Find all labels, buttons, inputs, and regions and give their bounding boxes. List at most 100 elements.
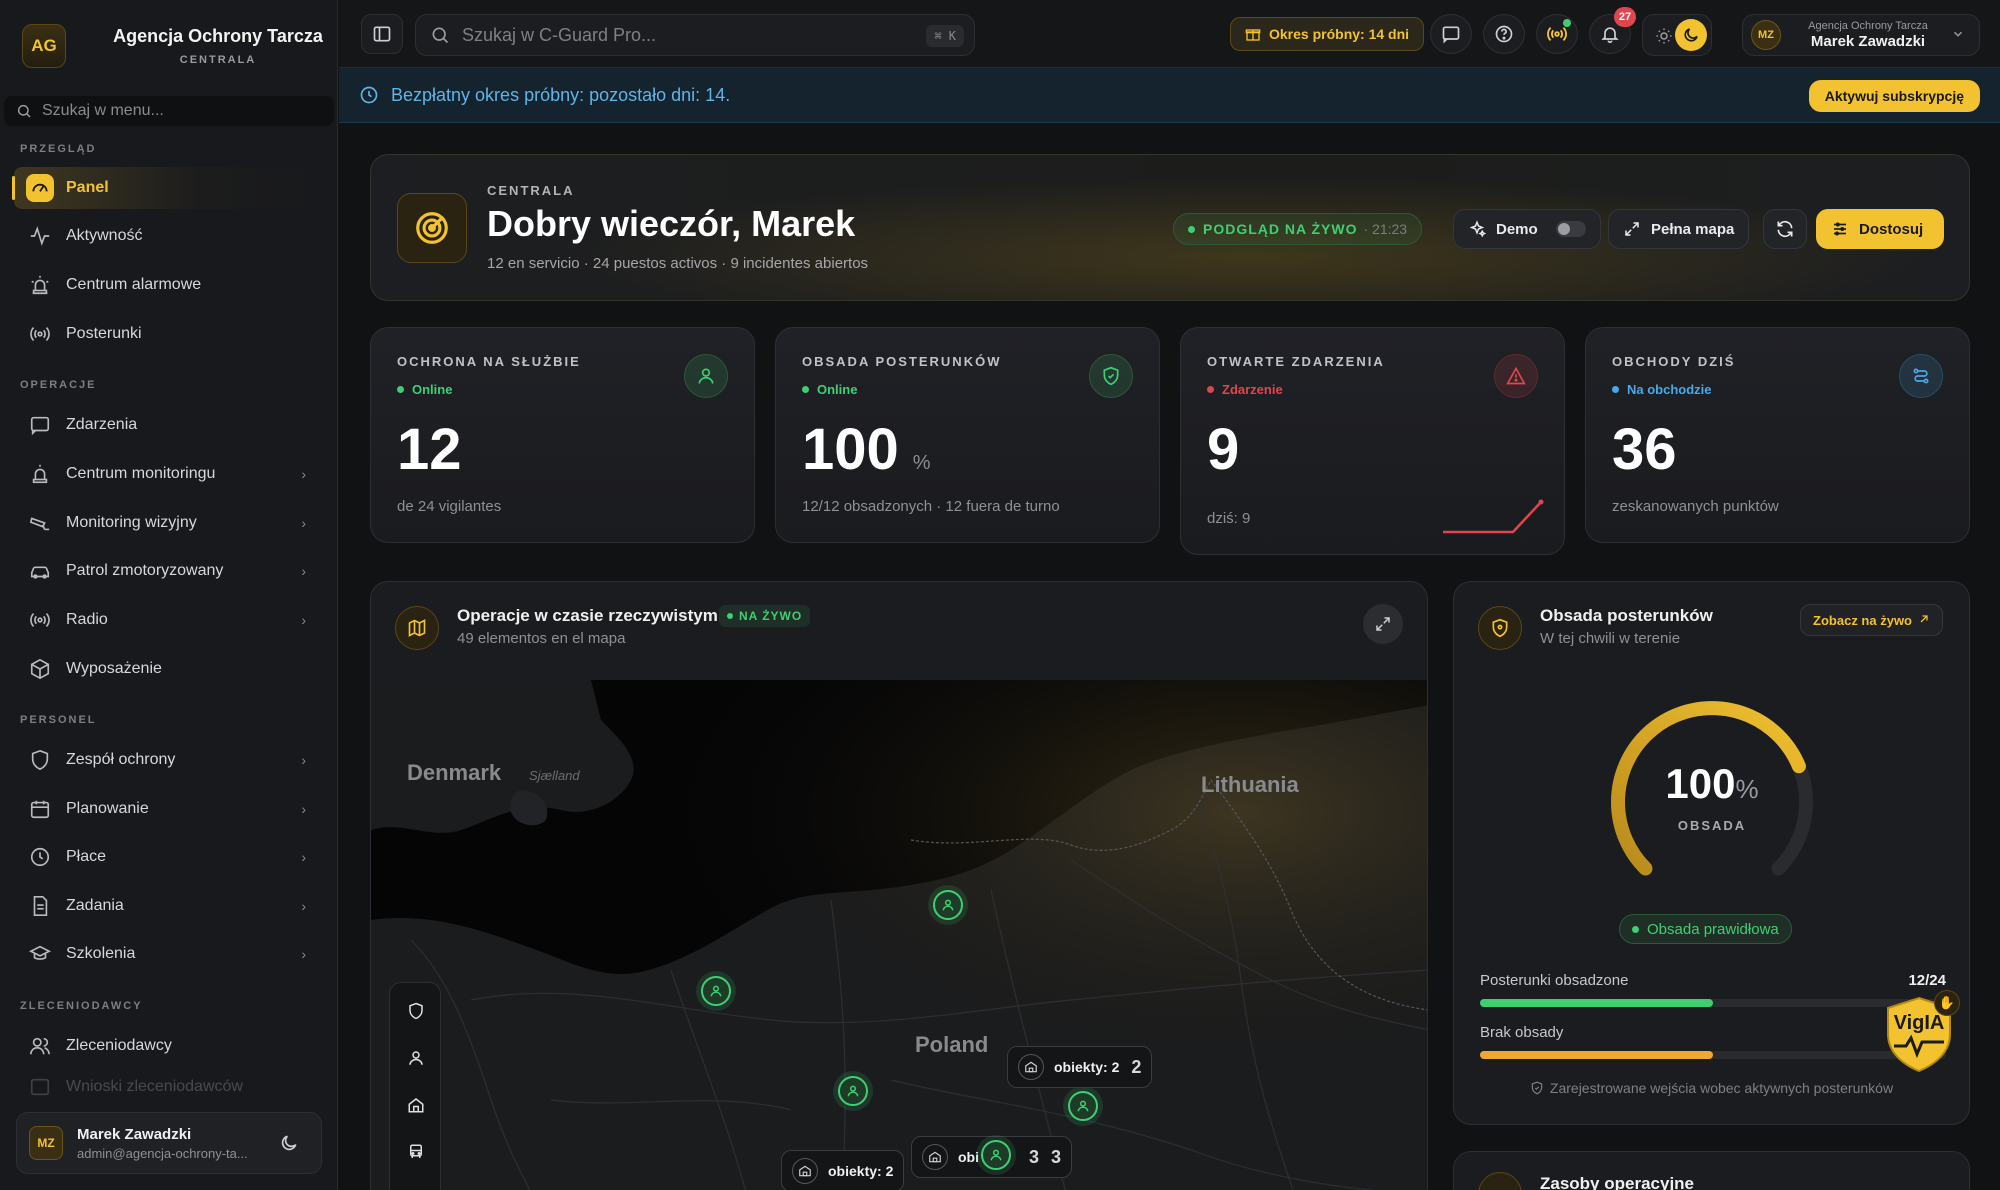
clock-icon [26,843,54,871]
brand-subtitle: CENTRALA [179,54,257,66]
stat-label: OBSADA POSTERUNKÓW [802,354,1002,369]
stat-number: 12 [397,417,462,482]
chevron-right-icon: › [301,515,306,531]
demo-switch[interactable] [1555,221,1586,237]
moon-icon[interactable] [279,1133,299,1158]
full-map-label: Pełna mapa [1651,220,1735,238]
help-button[interactable] [1483,14,1525,54]
siren-icon [26,460,54,488]
user-info: Marek Zawadzki admin@agencja-ochrony-ta.… [77,1126,248,1161]
sidebar-item-panel[interactable]: Panel [12,167,320,209]
full-map-button[interactable]: Pełna mapa [1608,209,1750,249]
sidebar-item-incidents[interactable]: Zdarzenia [14,404,320,446]
stat-value: 36 [1612,416,1677,483]
stat-status: Online [802,382,857,397]
sidebar-item-motor-patrol[interactable]: Patrol zmotoryzowany › [14,550,320,592]
sidebar-item-activity[interactable]: Aktywność [14,215,320,257]
bell-icon [1601,27,1619,44]
sidebar-item-radio[interactable]: Radio › [14,599,320,641]
package-icon [26,655,54,683]
map-terrain [371,680,1427,1190]
user-email: admin@agencja-ochrony-ta... [77,1145,248,1161]
hero-greeting: Dobry wieczór, Marek [487,203,856,244]
stat-label: OTWARTE ZDARZENIA [1207,354,1385,369]
map-marker-guard[interactable] [933,890,963,920]
bar-fill [1480,1051,1713,1059]
sidebar-item-tasks[interactable]: Zadania › [14,885,320,927]
map-live-label: NA ŻYWO [739,609,803,623]
sidebar-item-planning[interactable]: Planowanie › [14,788,320,830]
theme-toggle[interactable] [1642,14,1712,56]
live-preview-badge[interactable]: PODGLĄD NA ŻYWO · 21:23 [1173,213,1423,245]
map-canvas[interactable]: Denmark Sjælland Lithuania Poland obiekt… [371,680,1427,1190]
menu-search-input[interactable]: Szukaj w menu... [4,96,334,126]
stat-label: OBCHODY DZIŚ [1612,354,1736,369]
live-time: · 21:23 [1363,221,1408,237]
view-live-link[interactable]: Zobacz na żywo [1800,604,1943,636]
stat-status: Online [397,382,452,397]
sidebar-item-video-monitoring[interactable]: Monitoring wizyjny › [14,502,320,544]
clock-icon [360,86,378,104]
sidebar-item-equipment[interactable]: Wyposażenie [14,648,320,690]
search-placeholder: Szukaj w C-Guard Pro... [462,24,657,45]
sidebar-item-security-team[interactable]: Zespół ochrony › [14,739,320,781]
notifications-button[interactable]: 27 [1589,7,1636,54]
stat-status-label: Online [817,382,858,397]
expand-icon [1625,222,1639,236]
menu-search-placeholder: Szukaj w menu... [42,102,164,119]
sun-icon [1655,27,1673,50]
sidebar-item-label: Wyposażenie [66,660,162,677]
brand[interactable]: AG Agencja Ochrony Tarcza CENTRALA [22,24,323,68]
global-search-input[interactable]: Szukaj w C-Guard Pro... ⌘ K [415,14,975,56]
sidebar-item-label: Posterunki [66,325,142,342]
layer-shield-button[interactable] [402,997,430,1025]
map-cluster-objects[interactable]: obiekty: 2 [781,1150,905,1190]
chevron-down-icon [1951,27,1965,46]
siren-icon [26,271,54,299]
customize-button[interactable]: Dostosuj [1816,209,1944,249]
shield-check-icon [1530,1080,1550,1096]
sidebar-item-client-requests[interactable]: Wnioski zleceniodawców [14,1073,320,1101]
status-dot [1563,19,1571,27]
toggle-sidebar-button[interactable] [361,14,403,54]
layer-guards-button[interactable] [402,1044,430,1072]
map-marker-guard[interactable] [981,1140,1011,1170]
resources-title: Zasoby operacyjne [1540,1174,1695,1190]
arrow-up-right-icon [1918,613,1930,628]
sidebar-item-label: Centrum monitoringu [66,465,216,482]
live-signal-button[interactable] [1536,14,1578,54]
shield-check-icon [1089,354,1133,398]
sidebar-item-posts[interactable]: Posterunki [14,313,320,355]
sidebar-item-payroll[interactable]: Płace › [14,836,320,878]
map-cluster-objects[interactable]: obiekty: 2 2 [1007,1046,1153,1088]
map-marker-guard[interactable] [701,976,731,1006]
layer-vehicles-button[interactable] [402,1138,430,1166]
person-icon [847,1085,859,1097]
chat-button[interactable] [1430,14,1472,54]
building-icon [1018,1054,1044,1080]
search-shortcut: ⌘ K [926,25,964,47]
sidebar-user-card[interactable]: MZ Marek Zawadzki admin@agencja-ochrony-… [16,1112,322,1174]
sidebar-item-alarm-center[interactable]: Centrum alarmowe [14,264,320,306]
map-marker-guard[interactable] [838,1076,868,1106]
stat-card-post-staffing[interactable]: OBSADA POSTERUNKÓW Online 100% 12/12 obs… [775,327,1160,543]
stat-card-guards-on-duty[interactable]: OCHRONA NA SŁUŻBIE Online 12 de 24 vigil… [370,327,755,543]
demo-toggle[interactable]: Demo [1453,209,1601,249]
map-expand-button[interactable] [1363,604,1403,644]
stat-card-patrols-today[interactable]: OBCHODY DZIŚ Na obchodzie 36 zeskanowany… [1585,327,1970,543]
trial-pill[interactable]: Okres próbny: 14 dni [1230,17,1425,51]
activate-subscription-button[interactable]: Aktywuj subskrypcję [1808,80,1980,112]
sidebar-item-training[interactable]: Szkolenia › [14,933,320,975]
account-menu[interactable]: MZ Agencja Ochrony Tarcza Marek Zawadzki [1742,14,1980,56]
stat-card-open-incidents[interactable]: OTWARTE ZDARZENIA Zdarzenie 9 dziś: 9 [1180,327,1565,555]
refresh-button[interactable] [1763,209,1807,249]
bar-track [1480,999,1946,1007]
vigia-assistant-button[interactable]: VigIA ✋ [1882,990,1960,1074]
map-marker-guard[interactable] [1068,1091,1098,1121]
staffing-status-label: Obsada prawidłowa [1647,920,1779,938]
sidebar-item-clients[interactable]: Zleceniodawcy [14,1025,320,1067]
gift-icon [1245,29,1261,41]
section-staff: PERSONEL [20,714,97,726]
sidebar-item-monitoring-center[interactable]: Centrum monitoringu › [14,453,320,495]
layer-objects-button[interactable] [402,1091,430,1119]
